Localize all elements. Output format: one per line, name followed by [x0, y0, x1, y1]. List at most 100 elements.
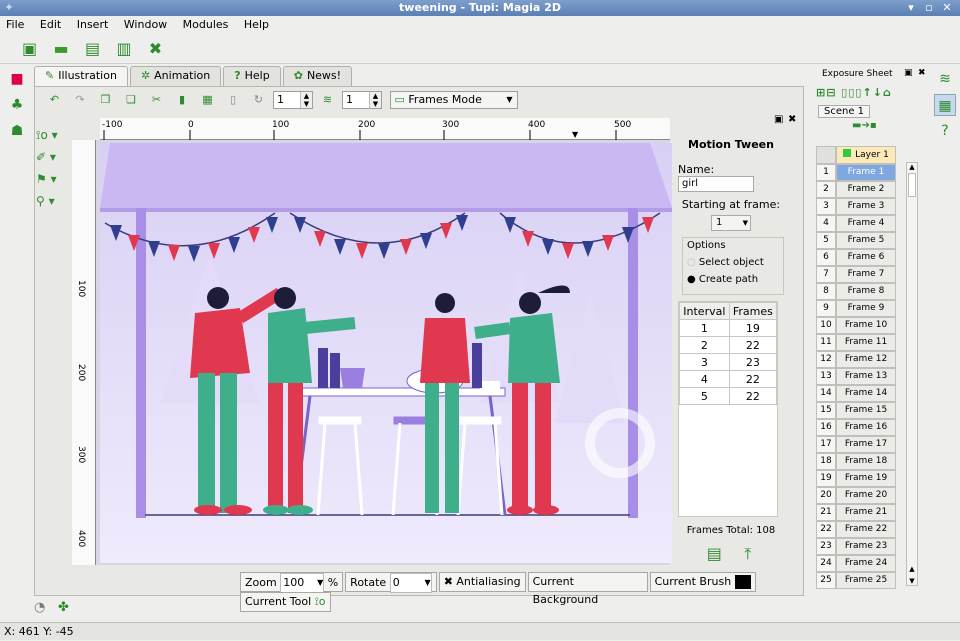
- tab-illustration[interactable]: ✎ Illustration: [34, 66, 128, 86]
- close-project-icon[interactable]: ✖: [145, 38, 167, 60]
- frame-cell[interactable]: Frame 18: [836, 453, 896, 470]
- tween-panel-float-icon[interactable]: ▣: [774, 114, 783, 125]
- frame-cell[interactable]: Frame 13: [836, 368, 896, 385]
- frame-row[interactable]: 15 Frame 15: [816, 402, 906, 419]
- save-tween-icon[interactable]: ▤: [703, 544, 725, 563]
- frame-row[interactable]: 19 Frame 19: [816, 470, 906, 487]
- frame-cell[interactable]: Frame 19: [836, 470, 896, 487]
- new-project-icon[interactable]: ▣: [19, 38, 41, 60]
- frame-cell[interactable]: Frame 12: [836, 351, 896, 368]
- menu-edit[interactable]: Edit: [34, 16, 67, 34]
- start-frame-select[interactable]: 1 ▼: [711, 215, 751, 231]
- frame-cell[interactable]: Frame 16: [836, 419, 896, 436]
- frame-cell[interactable]: Frame 22: [836, 521, 896, 538]
- frame-row[interactable]: 20 Frame 20: [816, 487, 906, 504]
- paw-icon[interactable]: ✤: [58, 600, 69, 615]
- frame-row[interactable]: 21 Frame 21: [816, 504, 906, 521]
- frame-row[interactable]: 6 Frame 6: [816, 249, 906, 266]
- rotate-input[interactable]: 0 ▼: [389, 573, 432, 593]
- frame-cell[interactable]: Frame 14: [836, 385, 896, 402]
- frame-cell[interactable]: Frame 11: [836, 334, 896, 351]
- frame-row[interactable]: 4 Frame 4: [816, 215, 906, 232]
- frame-row[interactable]: 12 Frame 12: [816, 351, 906, 368]
- option-select-object[interactable]: ○ Select object: [687, 257, 779, 268]
- menu-file[interactable]: File: [0, 16, 30, 34]
- menu-window[interactable]: Window: [118, 16, 173, 34]
- frame-cell[interactable]: Frame 6: [836, 249, 896, 266]
- color-palette-icon[interactable]: ■: [6, 68, 28, 90]
- brush-tool[interactable]: ✐ ▾: [36, 146, 70, 168]
- table-row[interactable]: 5 22: [679, 387, 778, 405]
- redo-icon[interactable]: ↷: [71, 91, 89, 109]
- apply-tween-icon[interactable]: ⤒: [737, 544, 759, 564]
- scene-tab[interactable]: Scene 1: [818, 105, 871, 118]
- scroll-down-icon[interactable]: ▼: [907, 577, 917, 585]
- exposure-sheet-icon[interactable]: ▦: [934, 94, 956, 116]
- selection-tool[interactable]: ⟟o ▾: [36, 124, 70, 146]
- tween-panel-close-icon[interactable]: ✖: [788, 114, 796, 125]
- lock-frame-icon[interactable]: ⌂: [883, 86, 892, 99]
- frame-row[interactable]: 3 Frame 3: [816, 198, 906, 215]
- frame-row[interactable]: 9 Frame 9: [816, 300, 906, 317]
- minimize-button[interactable]: ▾: [904, 1, 918, 15]
- frame-row[interactable]: 14 Frame 14: [816, 385, 906, 402]
- frame-cell[interactable]: Frame 4: [836, 215, 896, 232]
- zoom-tool[interactable]: ⚲ ▾: [36, 190, 70, 212]
- frame-cell[interactable]: Frame 24: [836, 555, 896, 572]
- frame-row[interactable]: 10 Frame 10: [816, 317, 906, 334]
- frames-mode-select[interactable]: ▭ Frames Mode ▼: [389, 91, 518, 109]
- frame-cell[interactable]: Frame 7: [836, 266, 896, 283]
- frame-row[interactable]: 18 Frame 18: [816, 453, 906, 470]
- onion-skin-spinner[interactable]: 1 ▲ ▼: [273, 91, 313, 109]
- save-as-icon[interactable]: ▥: [113, 38, 135, 60]
- layers-icon[interactable]: ≋: [319, 91, 337, 109]
- table-row[interactable]: 2 22: [679, 336, 778, 354]
- frame-row[interactable]: 1 Frame 1: [816, 164, 906, 181]
- layer-header[interactable]: Layer 1: [836, 146, 896, 164]
- frame-cell[interactable]: Frame 5: [836, 232, 896, 249]
- copy-icon[interactable]: ❐: [97, 91, 115, 109]
- library-icon[interactable]: ☗: [6, 120, 28, 142]
- frame-cell[interactable]: Frame 2: [836, 181, 896, 198]
- maximize-button[interactable]: ▫: [922, 1, 936, 15]
- zoom-input[interactable]: 100 ▼: [280, 573, 325, 593]
- refresh-icon[interactable]: ↻: [250, 91, 268, 109]
- layer-visibility-icon[interactable]: ▬➔▪: [808, 120, 932, 134]
- frame-row[interactable]: 7 Frame 7: [816, 266, 906, 283]
- exposure-scrollbar[interactable]: ▲ ▲ ▼: [906, 162, 918, 586]
- open-project-icon[interactable]: ▬: [50, 38, 72, 60]
- frame-cell[interactable]: Frame 9: [836, 300, 896, 317]
- frame-row[interactable]: 13 Frame 13: [816, 368, 906, 385]
- undo-icon[interactable]: ↶: [46, 91, 64, 109]
- frame-row[interactable]: 17 Frame 17: [816, 436, 906, 453]
- tween-name-input[interactable]: girl: [678, 176, 754, 192]
- menu-insert[interactable]: Insert: [71, 16, 115, 34]
- frame-cell[interactable]: Frame 17: [836, 436, 896, 453]
- table-row[interactable]: 4 22: [679, 370, 778, 388]
- save-icon[interactable]: ▤: [82, 38, 104, 60]
- help-icon[interactable]: ?: [934, 120, 956, 142]
- option-create-path[interactable]: ● Create path: [687, 274, 779, 285]
- frame-cell[interactable]: Frame 8: [836, 283, 896, 300]
- grid-icon[interactable]: ▦: [199, 91, 217, 109]
- frame-cell[interactable]: Frame 23: [836, 538, 896, 555]
- close-icon[interactable]: ✖: [918, 68, 926, 78]
- frame-row[interactable]: 8 Frame 8: [816, 283, 906, 300]
- frame-cell[interactable]: Frame 20: [836, 487, 896, 504]
- add-layer-icon[interactable]: ⊞: [816, 86, 826, 99]
- current-background[interactable]: Current Background: [527, 572, 648, 606]
- delete-icon[interactable]: ▮: [173, 91, 191, 109]
- tab-help[interactable]: ? Help: [223, 66, 281, 86]
- frame-row[interactable]: 11 Frame 11: [816, 334, 906, 351]
- tab-news[interactable]: ✿ News!: [282, 66, 353, 86]
- scroll-up-icon[interactable]: ▲: [907, 163, 917, 171]
- antialiasing-toggle[interactable]: ✖ Antialiasing: [438, 572, 526, 592]
- preview-spinner[interactable]: 1 ▲ ▼: [342, 91, 382, 109]
- frame-cell[interactable]: Frame 25: [836, 572, 896, 589]
- frame-row[interactable]: 5 Frame 5: [816, 232, 906, 249]
- cut-icon[interactable]: ✂: [148, 91, 166, 109]
- frame-cell[interactable]: Frame 3: [836, 198, 896, 215]
- frame-row[interactable]: 25 Frame 25: [816, 572, 906, 589]
- paste-icon[interactable]: ❏: [122, 91, 140, 109]
- timeline-icon[interactable]: ≋: [934, 68, 956, 90]
